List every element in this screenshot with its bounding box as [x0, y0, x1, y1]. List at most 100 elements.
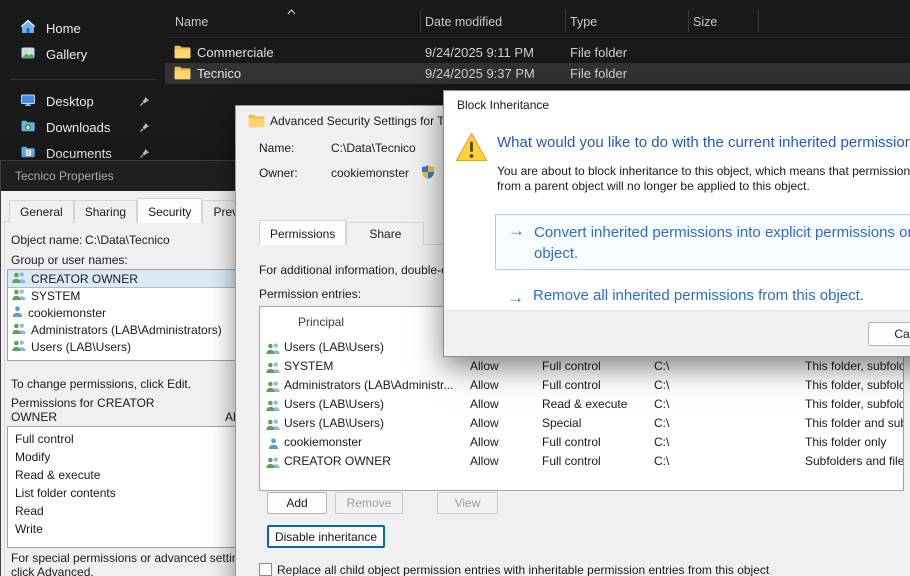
entry-inherited-from: C:\: [654, 359, 669, 373]
permission-label: Modify: [15, 450, 50, 464]
replace-child-permissions-checkbox[interactable]: [259, 563, 272, 576]
file-name: Tecnico: [197, 66, 241, 81]
remove-permissions-label: Remove all inherited permissions from th…: [533, 285, 910, 306]
pin-icon: [139, 148, 150, 159]
file-date-modified: 9/24/2025 9:37 PM: [425, 66, 535, 81]
tab-general[interactable]: General: [9, 200, 74, 223]
cancel-button-label: Cancel: [894, 327, 910, 341]
sidebar-item-label: Downloads: [46, 120, 110, 135]
file-date-modified: 9/24/2025 9:11 PM: [425, 45, 534, 60]
name-value: C:\Data\Tecnico: [331, 141, 416, 155]
name-label: Name:: [259, 141, 294, 155]
tab-share[interactable]: Share: [346, 222, 424, 245]
tab-permissions[interactable]: Permissions: [259, 220, 346, 245]
permission-entry-row[interactable]: SYSTEM Allow Full control C:\ This folde…: [260, 356, 903, 375]
column-divider[interactable]: [688, 10, 689, 32]
advanced-tab-strip: PermissionsShare: [259, 222, 424, 245]
sidebar-item-home[interactable]: Home: [8, 16, 158, 40]
file-name: Commerciale: [197, 45, 274, 60]
entry-inherited-from: C:\: [654, 454, 669, 468]
tab-sharing[interactable]: Sharing: [74, 200, 137, 223]
sidebar-item-gallery[interactable]: Gallery: [8, 42, 158, 66]
folder-icon: [174, 66, 191, 83]
column-divider[interactable]: [758, 10, 759, 32]
permission-entry-row[interactable]: Users (LAB\Users) Allow Special C:\ This…: [260, 413, 903, 432]
add-button[interactable]: Add: [267, 492, 327, 514]
add-button-label: Add: [286, 496, 307, 510]
block-titlebar[interactable]: Block Inheritance: [444, 91, 910, 119]
sidebar-separator: [10, 79, 156, 80]
sidebar-item-downloads[interactable]: Downloads: [8, 115, 158, 139]
pin-icon: [139, 96, 150, 107]
column-header-size[interactable]: Size: [693, 15, 717, 29]
file-type: File folder: [570, 45, 627, 60]
convert-permissions-command-link[interactable]: → Convert inherited permissions into exp…: [495, 214, 910, 270]
object-name-label: Object name:: [11, 233, 82, 247]
entry-type: Allow: [470, 378, 499, 392]
convert-permissions-label: Convert inherited permissions into expli…: [534, 222, 910, 264]
group-item-label: SYSTEM: [31, 289, 80, 303]
entry-inherited-from: C:\: [654, 397, 669, 411]
remove-button-label: Remove: [347, 496, 392, 510]
block-footer: Cancel: [444, 310, 910, 356]
entry-inherited-from: C:\: [654, 378, 669, 392]
advanced-hint: For special permissions or advanced sett…: [11, 551, 266, 576]
permission-label: Read & execute: [15, 468, 100, 482]
object-name-value: C:\Data\Tecnico: [85, 233, 170, 247]
entry-access: Full control: [542, 435, 601, 449]
group-item-label: Administrators (LAB\Administrators): [31, 323, 222, 337]
entry-inherited-from: C:\: [654, 416, 669, 430]
column-header-type[interactable]: Type: [570, 15, 597, 29]
cancel-button[interactable]: Cancel: [868, 322, 910, 346]
disable-inheritance-button[interactable]: Disable inheritance: [267, 525, 385, 548]
entry-access: Read & execute: [542, 397, 627, 411]
tab-security[interactable]: Security: [137, 198, 202, 223]
column-header-date-modified[interactable]: Date modified: [425, 15, 502, 29]
file-row-tecnico[interactable]: Tecnico 9/24/2025 9:37 PM File folder: [165, 63, 910, 84]
permission-label: Write: [15, 522, 43, 536]
uac-shield-icon[interactable]: [422, 165, 434, 184]
column-divider[interactable]: [420, 10, 421, 32]
entry-applies-to: This folder, subfolde...: [805, 359, 904, 373]
block-description: You are about to block inheritance to th…: [497, 164, 910, 194]
group-icon: [12, 323, 26, 337]
group-icon: [266, 455, 280, 473]
downloads-icon: [20, 118, 36, 137]
permission-entries-label: Permission entries:: [259, 287, 361, 301]
permission-entry-row[interactable]: Users (LAB\Users) Allow Read & execute C…: [260, 394, 903, 413]
sort-ascending-icon[interactable]: [287, 3, 296, 9]
entry-applies-to: Subfolders and files o...: [805, 454, 904, 468]
remove-button[interactable]: Remove: [335, 492, 403, 514]
principal-column-header[interactable]: Principal: [298, 315, 344, 329]
group-icon: [12, 272, 26, 286]
permission-entry-row[interactable]: Administrators (LAB\Administr... Allow F…: [260, 375, 903, 394]
entry-type: Allow: [470, 435, 499, 449]
permission-label: Read: [15, 504, 44, 518]
entry-access: Full control: [542, 378, 601, 392]
entry-principal: CREATOR OWNER: [284, 454, 391, 468]
folder-icon: [248, 114, 265, 133]
remove-permissions-command-link[interactable]: → Remove all inherited permissions from …: [495, 282, 910, 312]
sidebar-item-label: Gallery: [46, 47, 87, 62]
entry-access: Full control: [542, 359, 601, 373]
permissions-for-label: Permissions for CREATOR OWNER: [11, 396, 166, 424]
column-header-name[interactable]: Name: [175, 15, 208, 29]
sidebar-item-label: Desktop: [46, 94, 94, 109]
view-button[interactable]: View: [437, 492, 498, 514]
permission-label: List folder contents: [15, 486, 116, 500]
group-icon: [12, 340, 26, 354]
command-arrow-icon: →: [508, 221, 525, 241]
user-icon: [12, 306, 23, 320]
file-row-commerciale[interactable]: Commerciale 9/24/2025 9:11 PM File folde…: [165, 42, 910, 63]
entry-type: Allow: [470, 397, 499, 411]
entry-principal: Users (LAB\Users): [284, 340, 384, 354]
sidebar-item-desktop[interactable]: Desktop: [8, 89, 158, 113]
header-divider: [165, 37, 910, 38]
permission-entry-row[interactable]: cookiemonster Allow Full control C:\ Thi…: [260, 432, 903, 451]
entry-access: Full control: [542, 454, 601, 468]
view-button-label: View: [455, 496, 481, 510]
properties-title: Tecnico Properties: [15, 169, 114, 183]
entry-applies-to: This folder, subfolde...: [805, 397, 904, 411]
column-divider[interactable]: [565, 10, 566, 32]
permission-entry-row[interactable]: CREATOR OWNER Allow Full control C:\ Sub…: [260, 451, 903, 470]
